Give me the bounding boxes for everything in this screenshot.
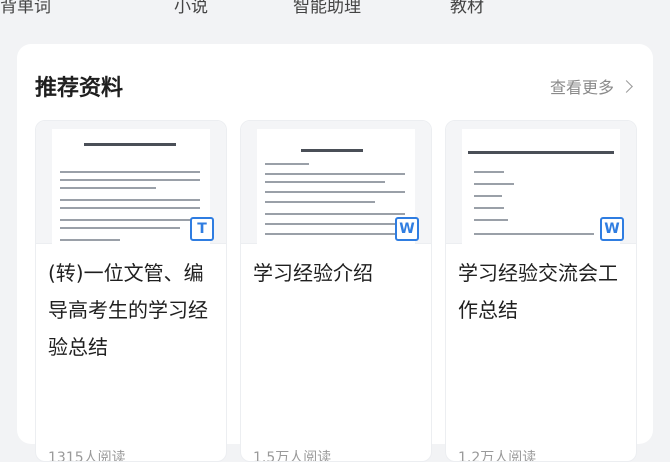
word-doc-icon: W [395, 217, 419, 241]
doc-thumbnail: W [241, 121, 431, 247]
card-title: (转)一位文管、编导高考生的学习经验总结 [48, 261, 208, 359]
card-title: 学习经验介绍 [253, 261, 373, 285]
chevron-right-icon [620, 79, 633, 93]
text-doc-icon: T [190, 217, 214, 241]
doc-preview [52, 129, 210, 247]
doc-thumbnail: T [36, 121, 226, 247]
nav-item-textbooks[interactable]: 教材 [450, 0, 484, 17]
read-count: 1.2万人阅读 [458, 450, 537, 462]
doc-thumbnail: W [446, 121, 636, 247]
read-count: 1315人阅读 [48, 450, 126, 462]
doc-card[interactable]: W 学习经验交流会工作总结 1.2万人阅读 [445, 120, 637, 462]
card-title: 学习经验交流会工作总结 [458, 261, 618, 322]
nav-item-novels[interactable]: 小说 [174, 0, 208, 17]
nav-item-assistant[interactable]: 智能助理 [293, 0, 361, 17]
doc-card[interactable]: W 学习经验介绍 1.5万人阅读 [240, 120, 432, 462]
doc-card[interactable]: T (转)一位文管、编导高考生的学习经验总结 1315人阅读 [35, 120, 227, 462]
doc-preview [257, 129, 415, 247]
word-doc-icon: W [600, 217, 624, 241]
section-title: 推荐资料 [35, 76, 124, 101]
nav-item-vocabulary[interactable]: 背单词 [0, 0, 51, 17]
top-nav: 背单词 小说 智能助理 教材 [0, 0, 670, 22]
see-more-link[interactable]: 查看更多 [549, 74, 633, 98]
read-count: 1.5万人阅读 [253, 450, 332, 462]
recommended-panel: 推荐资料 查看更多 T (转)一位文管、编导高考生的学习经验总结 1315人阅读 [17, 44, 653, 462]
doc-preview [462, 129, 620, 247]
see-more-label: 查看更多 [549, 78, 614, 97]
